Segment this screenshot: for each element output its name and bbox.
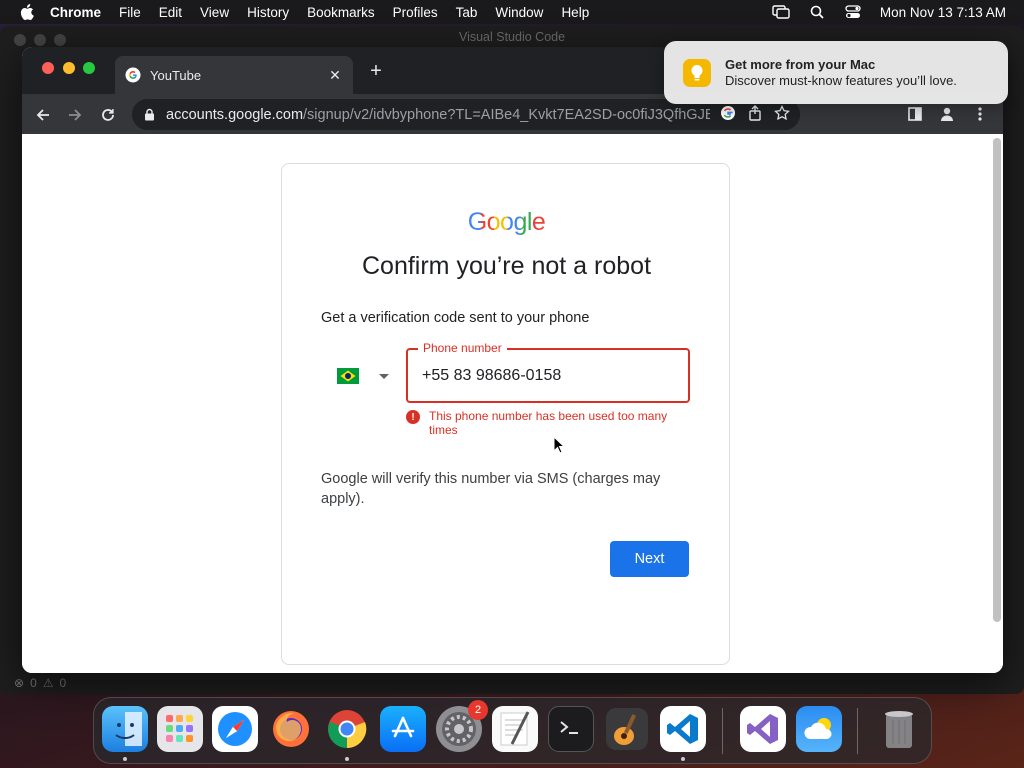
dock-separator [722, 708, 723, 754]
dock-visual-studio-icon[interactable] [740, 706, 786, 752]
notification-title: Get more from your Mac [725, 57, 876, 72]
dock-terminal-icon[interactable] [548, 706, 594, 752]
vscode-status-bar: ⊗ 0 ⚠ 0 [0, 672, 1024, 694]
error-count-icon[interactable]: ⊗ [14, 676, 24, 690]
back-arrow-icon[interactable] [32, 104, 54, 126]
page-heading: Confirm you’re not a robot [361, 252, 652, 280]
brazil-flag-icon [337, 368, 359, 384]
url-path: /signup/v2/idvbyphone?TL=AIBe4_Kvkt7EA2S… [303, 106, 780, 123]
dock-textedit-icon[interactable] [492, 706, 538, 752]
logo-text: Google [467, 208, 546, 236]
page-subtitle: Get a verification code sent to your pho… [321, 310, 590, 326]
menu-view[interactable]: View [200, 5, 229, 20]
dock-trash-icon[interactable] [876, 706, 922, 752]
menu-file[interactable]: File [119, 5, 141, 20]
signup-card: Google Confirm you’re not a robot Get a … [281, 163, 730, 665]
menu-app-name[interactable]: Chrome [50, 5, 101, 20]
dock: 2 [93, 697, 932, 764]
next-button[interactable]: Next [610, 541, 689, 577]
country-selector[interactable] [337, 364, 407, 388]
chrome-running-indicator [345, 757, 349, 761]
bookmark-star-icon[interactable] [774, 104, 790, 125]
dock-finder-icon[interactable] [102, 706, 148, 752]
dock-firefox-icon[interactable] [268, 706, 314, 752]
warning-count-icon[interactable]: ⚠ [43, 676, 54, 690]
screen-mirroring-icon[interactable] [772, 4, 790, 20]
menu-help[interactable]: Help [561, 5, 589, 20]
menu-edit[interactable]: Edit [159, 5, 182, 20]
url-host: accounts.google.com [166, 106, 304, 123]
menu-profiles[interactable]: Profiles [393, 5, 438, 20]
spotlight-search-icon[interactable] [808, 4, 826, 20]
dock-app-store-icon[interactable] [380, 706, 426, 752]
dock-garageband-icon[interactable] [604, 706, 650, 752]
notification-body: Discover must-know features you’ll love. [725, 73, 957, 88]
google-favicon-icon [125, 67, 141, 83]
error-text: This phone number has been used too many… [429, 409, 668, 437]
menu-tab[interactable]: Tab [456, 5, 478, 20]
profile-icon[interactable] [937, 104, 957, 124]
tab-title: YouTube [150, 67, 202, 83]
apple-menu-icon[interactable] [18, 3, 36, 21]
menubar-clock[interactable]: Mon Nov 13 7:13 AM [880, 5, 1006, 20]
tips-notification[interactable]: Get more from your Mac Discover must-kno… [664, 41, 1008, 104]
more-menu-icon[interactable] [970, 104, 990, 124]
menu-history[interactable]: History [247, 5, 289, 20]
phone-number-field[interactable]: Phone number [406, 341, 690, 403]
google-lens-icon[interactable] [720, 105, 736, 125]
dock-weather-icon[interactable] [796, 706, 842, 752]
settings-update-badge: 2 [468, 700, 488, 720]
finder-running-indicator [123, 757, 127, 761]
dock-chrome-icon[interactable] [324, 706, 370, 752]
google-logo: Google [282, 208, 731, 237]
menu-bookmarks[interactable]: Bookmarks [307, 5, 375, 20]
share-icon[interactable] [748, 104, 762, 125]
dock-separator-2 [857, 708, 858, 754]
lightbulb-icon [683, 59, 711, 87]
dock-system-settings-icon[interactable]: 2 [436, 700, 488, 752]
menu-window[interactable]: Window [495, 5, 543, 20]
mouse-cursor-icon [553, 436, 565, 454]
zoom-window-button[interactable] [83, 62, 95, 74]
phone-number-input[interactable] [422, 364, 672, 388]
chrome-window: YouTube ✕ + accounts.google.com /signup/… [22, 47, 1003, 673]
side-panel-icon[interactable] [905, 104, 925, 124]
new-tab-button[interactable]: + [366, 60, 386, 82]
error-count[interactable]: 0 [30, 676, 37, 690]
reload-icon[interactable] [97, 104, 119, 126]
menu-bar: Chrome File Edit View History Bookmarks … [0, 0, 1024, 24]
phone-number-label: Phone number [418, 341, 507, 355]
dock-launchpad-icon[interactable] [157, 706, 203, 752]
forward-arrow-icon[interactable] [64, 104, 86, 126]
page-scrollbar[interactable] [993, 138, 1001, 622]
vscode-running-indicator [681, 757, 685, 761]
error-icon: ! [406, 410, 420, 424]
dock-safari-icon[interactable] [212, 706, 258, 752]
warning-count[interactable]: 0 [60, 676, 67, 690]
tab-youtube[interactable]: YouTube ✕ [115, 56, 353, 94]
dock-vscode-icon[interactable] [660, 706, 706, 752]
control-center-icon[interactable] [844, 4, 862, 20]
menu-extras: Mon Nov 13 7:13 AM [772, 0, 1006, 24]
minimize-window-button[interactable] [63, 62, 75, 74]
close-window-button[interactable] [42, 62, 54, 74]
chevron-down-icon[interactable] [379, 373, 389, 379]
tab-close-icon[interactable]: ✕ [327, 67, 343, 83]
page-content: Google Confirm you’re not a robot Get a … [22, 134, 1003, 673]
phone-error-message: ! This phone number has been used too ma… [406, 409, 686, 437]
lock-icon[interactable] [142, 108, 156, 122]
sms-info-text: Google will verify this number via SMS (… [321, 471, 661, 507]
